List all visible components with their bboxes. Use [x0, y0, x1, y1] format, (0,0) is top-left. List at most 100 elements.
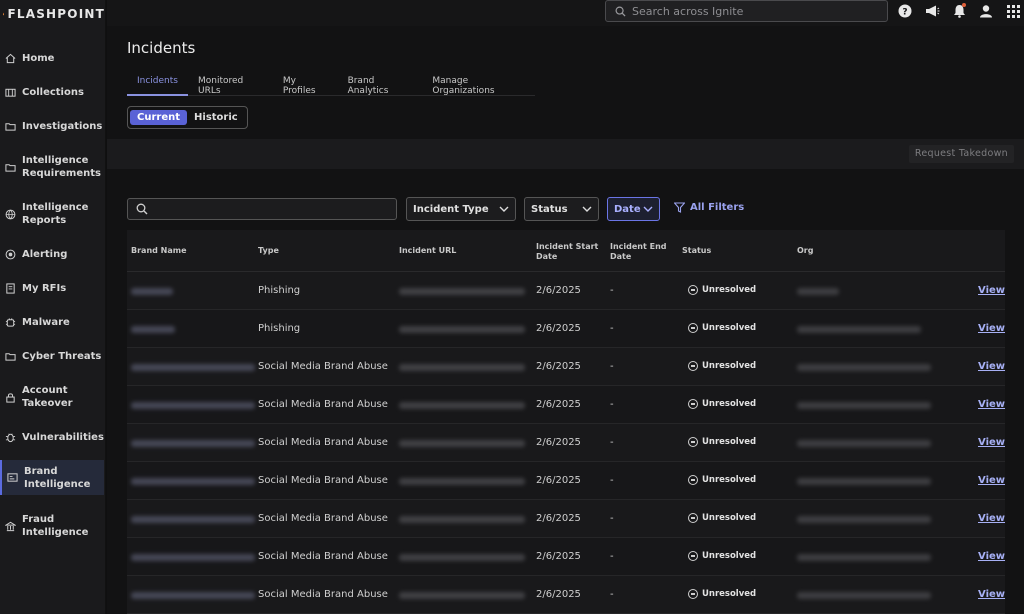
date-label: Date — [614, 203, 641, 215]
tab-manage-organizations[interactable]: Manage Organizations — [422, 72, 535, 96]
toggle-historic[interactable]: Historic — [187, 110, 245, 125]
status-label: Status — [531, 203, 568, 215]
megaphone-icon[interactable] — [924, 3, 940, 19]
sidebar-item-vulnerabilities[interactable]: Vulnerabilities — [0, 431, 104, 444]
end-date-cell: - — [610, 551, 614, 562]
view-link[interactable]: View — [978, 513, 1005, 524]
table-row[interactable]: Phishing 2/6/2025 - Unresolved View — [127, 272, 1005, 310]
flashpoint-logo[interactable]: FLASHPOINT — [0, 0, 105, 27]
sidebar-item-label: Alerting — [22, 249, 68, 260]
all-filters-label: All Filters — [690, 202, 745, 213]
request-takedown-button[interactable]: Request Takedown — [908, 145, 1014, 163]
sidebar-item-home[interactable]: Home — [0, 52, 104, 65]
status-text: Unresolved — [702, 437, 757, 447]
org-redacted — [797, 478, 931, 485]
tab-brand-analytics[interactable]: Brand Analytics — [338, 72, 423, 96]
col-start-date[interactable]: Incident Start Date — [536, 242, 602, 262]
brand-name-redacted — [131, 288, 173, 295]
table-row[interactable]: Phishing 2/6/2025 - Unresolved View — [127, 310, 1005, 348]
start-date-cell: 2/6/2025 — [536, 361, 581, 372]
sidebar-item-label: Fraud Intelligence — [22, 514, 89, 538]
sidebar-item-label: Intelligence Requirements — [22, 155, 101, 179]
incident-url-redacted — [399, 592, 525, 599]
incident-type-dropdown[interactable]: Incident Type — [406, 197, 516, 221]
end-date-cell: - — [610, 437, 614, 448]
col-incident-url[interactable]: Incident URL — [399, 246, 456, 256]
tab-incidents[interactable]: Incidents — [127, 72, 188, 96]
col-end-date[interactable]: Incident End Date — [610, 242, 672, 262]
status-cell: Unresolved — [688, 589, 756, 599]
bug-icon — [5, 433, 16, 443]
brand-name-redacted — [131, 402, 255, 409]
table-row[interactable]: Social Media Brand Abuse 2/6/2025 - Unresol… — [127, 500, 1005, 538]
start-date-cell: 2/6/2025 — [536, 399, 581, 410]
chevron-down-icon — [643, 206, 653, 212]
sidebar-item-intelligence-requirements[interactable]: Intelligence Requirements — [0, 154, 104, 180]
tab-my-profiles[interactable]: My Profiles — [273, 72, 338, 96]
status-cell: Unresolved — [688, 323, 756, 333]
col-type[interactable]: Type — [258, 246, 279, 256]
status-cell: Unresolved — [688, 551, 756, 561]
start-date-cell: 2/6/2025 — [536, 513, 581, 524]
view-link[interactable]: View — [978, 285, 1005, 296]
incident-type-cell: Social Media Brand Abuse — [258, 437, 388, 448]
incident-type-cell: Social Media Brand Abuse — [258, 475, 388, 486]
global-search-input[interactable]: Search across Ignite — [605, 0, 888, 22]
view-link[interactable]: View — [978, 589, 1005, 600]
folder-icon — [5, 123, 16, 131]
sidebar-item-my-rfis[interactable]: My RFIs — [0, 282, 104, 295]
date-dropdown[interactable]: Date — [607, 197, 660, 221]
apps-grid-icon[interactable] — [1005, 3, 1021, 19]
table-row[interactable]: Social Media Brand Abuse 2/6/2025 - Unresol… — [127, 462, 1005, 500]
sidebar-item-alerting[interactable]: Alerting — [0, 248, 104, 261]
sidebar-item-malware[interactable]: Malware — [0, 316, 104, 329]
sidebar-item-cyber-threats[interactable]: Cyber Threats — [0, 350, 104, 363]
status-dropdown[interactable]: Status — [524, 197, 599, 221]
sidebar-item-label: Vulnerabilities — [22, 432, 104, 443]
incident-type-cell: Phishing — [258, 285, 301, 296]
sidebar-item-collections[interactable]: Collections — [0, 86, 104, 99]
end-date-cell: - — [610, 589, 614, 600]
incident-type-cell: Social Media Brand Abuse — [258, 513, 388, 524]
toggle-current[interactable]: Current — [130, 110, 188, 125]
view-link[interactable]: View — [978, 323, 1005, 334]
chevron-down-icon — [582, 206, 592, 212]
table-row[interactable]: Social Media Brand Abuse 2/6/2025 - Unresol… — [127, 576, 1005, 614]
tab-monitored-urls[interactable]: Monitored URLs — [188, 72, 273, 96]
sidebar-item-label: Investigations — [22, 121, 103, 132]
home-icon — [5, 53, 16, 64]
incident-url-redacted — [399, 402, 525, 409]
sidebar-item-brand-intelligence[interactable]: Brand Intelligence — [0, 460, 104, 495]
view-link[interactable]: View — [978, 399, 1005, 410]
sidebar-item-investigations[interactable]: Investigations — [0, 120, 104, 133]
col-brand-name[interactable]: Brand Name — [131, 246, 187, 256]
incident-url-redacted — [399, 554, 525, 561]
sidebar-item-account-takeover[interactable]: Account Takeover — [0, 384, 104, 410]
sidebar-item-fraud-intelligence[interactable]: Fraud Intelligence — [0, 513, 104, 539]
org-redacted — [797, 592, 931, 599]
unresolved-icon — [688, 589, 698, 599]
table-row[interactable]: Social Media Brand Abuse 2/6/2025 - Unresol… — [127, 386, 1005, 424]
incident-search-input[interactable] — [127, 198, 397, 220]
table-row[interactable]: Social Media Brand Abuse 2/6/2025 - Unresol… — [127, 424, 1005, 462]
sidebar-item-label: Intelligence Reports — [22, 202, 89, 226]
table-row[interactable]: Social Media Brand Abuse 2/6/2025 - Unresol… — [127, 538, 1005, 576]
view-link[interactable]: View — [978, 475, 1005, 486]
user-icon[interactable] — [978, 3, 994, 19]
all-filters-button[interactable]: All Filters — [674, 202, 744, 213]
end-date-cell: - — [610, 361, 614, 372]
table-row[interactable]: Social Media Brand Abuse 2/6/2025 - Unresol… — [127, 348, 1005, 386]
view-link[interactable]: View — [978, 437, 1005, 448]
view-link[interactable]: View — [978, 551, 1005, 562]
sidebar: FLASHPOINT Home Collections Investigatio… — [0, 0, 106, 614]
col-status[interactable]: Status — [682, 246, 711, 256]
col-org[interactable]: Org — [797, 246, 813, 256]
unresolved-icon — [688, 361, 698, 371]
end-date-cell: - — [610, 475, 614, 486]
brand-name-redacted — [131, 554, 255, 561]
sidebar-item-intelligence-reports[interactable]: Intelligence Reports — [0, 201, 104, 227]
view-link[interactable]: View — [978, 361, 1005, 372]
help-icon[interactable]: ? — [897, 3, 913, 19]
incident-type-cell: Social Media Brand Abuse — [258, 589, 388, 600]
bell-icon[interactable] — [951, 3, 967, 19]
